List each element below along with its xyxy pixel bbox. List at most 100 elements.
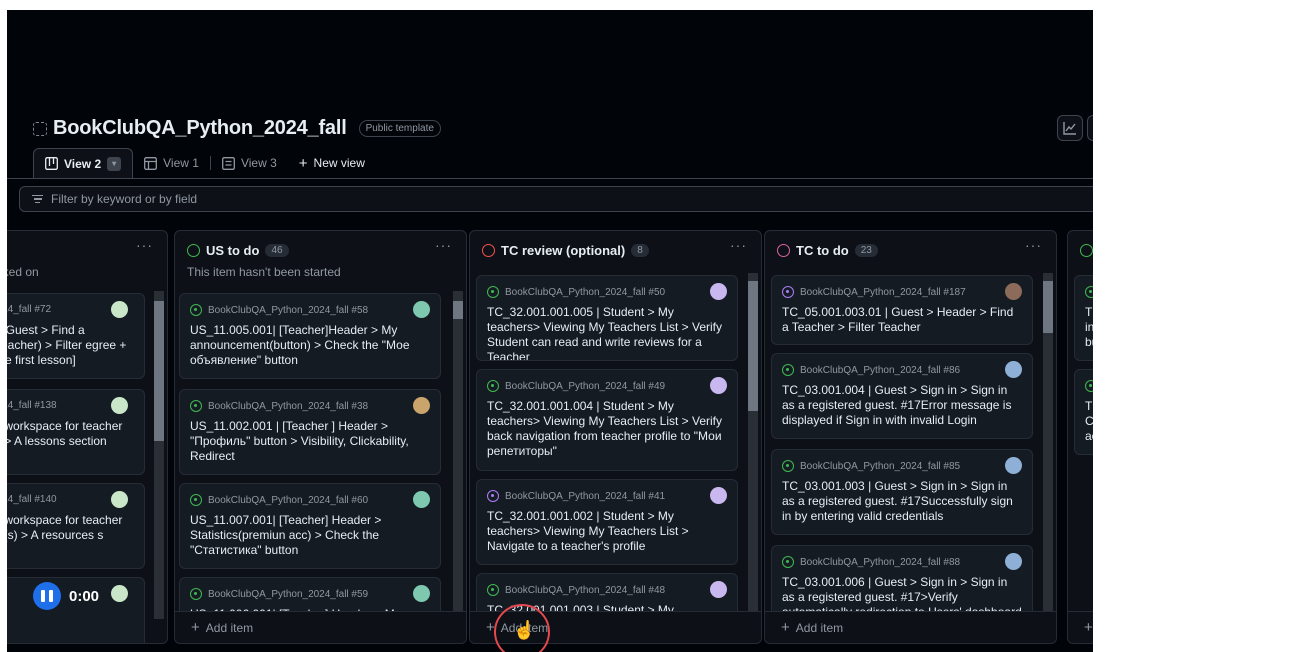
- issue-card[interactable]: BookClubQA_Python_2024_fall #187 TC_05.0…: [771, 275, 1033, 345]
- avatar: [710, 487, 727, 504]
- card-title[interactable]: US_11.005.001| [Teacher]Header > My anno…: [190, 323, 430, 368]
- card-title[interactable]: TC in bu: [1085, 305, 1093, 350]
- column-menu-icon[interactable]: ···: [1025, 237, 1042, 253]
- open-issue-icon: [487, 584, 499, 596]
- open-issue-icon: [487, 286, 499, 298]
- card-meta: BookClubQA_Python_2024_fall #187: [782, 286, 966, 298]
- column-name: TC review (optional): [501, 242, 626, 258]
- card-title[interactable]: TC_32.001.001.004 | Student > My teacher…: [487, 399, 727, 459]
- issue-card[interactable]: 2024_fall #72 r - Guest > Find a (Teache…: [7, 293, 145, 379]
- card-title[interactable]: nt workspace for teacher es(s) > A resou…: [7, 513, 134, 543]
- plus-icon: +: [781, 619, 790, 636]
- pause-button[interactable]: [33, 582, 61, 610]
- scrollbar-thumb[interactable]: [1043, 281, 1053, 333]
- tab-view-2[interactable]: View 2 ▾: [33, 148, 134, 178]
- card-repo-ref: BookClubQA_Python_2024_fall #38: [208, 400, 369, 412]
- tab-view-1[interactable]: View 1: [133, 148, 210, 178]
- column-menu-icon[interactable]: ···: [435, 237, 452, 253]
- card-title[interactable]: US_11.007.001| [Teacher] Header > Statis…: [190, 513, 430, 558]
- card-meta: BookClubQA_Python_2024_fall #86: [782, 364, 960, 376]
- table-icon: [33, 121, 47, 136]
- column-header: [1080, 241, 1093, 259]
- card-repo-ref: BookClubQA_Python_2024_fall #59: [208, 588, 369, 600]
- card-title[interactable]: TC Co ac: [1085, 399, 1093, 444]
- add-item-label: Add item: [795, 620, 844, 635]
- plus-icon: +: [298, 154, 308, 172]
- column-header: US to do 46: [187, 241, 289, 259]
- insights-button[interactable]: [1057, 115, 1083, 141]
- issue-card[interactable]: 2024_fall #138 nt workspace for teacher …: [7, 389, 145, 475]
- card-title[interactable]: TC_03.001.004 | Guest > Sign in > Sign i…: [782, 383, 1022, 428]
- column-count: 23: [854, 243, 878, 257]
- chevron-down-icon[interactable]: ▾: [107, 156, 122, 171]
- card-meta: BookClubQA_Python_2024_fall #50: [487, 286, 665, 298]
- scrollbar-thumb[interactable]: [154, 301, 164, 441]
- board-column-tc-review: TC review (optional) 8 ··· BookClubQA_Py…: [469, 230, 762, 644]
- column-menu-icon[interactable]: ···: [136, 237, 153, 253]
- card-title[interactable]: nt workspace for teacher s) > A lessons …: [7, 419, 134, 449]
- column-name: TC to do: [796, 242, 849, 258]
- project-title: BookClubQA_Python_2024_fall: [53, 117, 347, 139]
- pause-icon: [41, 590, 45, 602]
- card-title[interactable]: TC_03.001.003 | Guest > Sign in > Sign i…: [782, 479, 1022, 524]
- card-repo-ref: BookClubQA_Python_2024_fall #88: [800, 556, 961, 568]
- card-meta: BookClubQA_Python_2024_fall #49: [487, 380, 665, 392]
- project-board-app: BookClubQA_Python_2024_fall Public templ…: [7, 10, 1093, 652]
- issue-card[interactable]: BookClubQA_Python_2024_fall #58 US_11.00…: [179, 293, 441, 379]
- tab-view-3[interactable]: View 3: [211, 148, 288, 178]
- column-name: US to do: [206, 242, 260, 258]
- issue-card[interactable]: BookClubQA_Python_2024_fall #50 TC_32.00…: [476, 275, 738, 361]
- card-title[interactable]: r - Guest > Find a (Teacher) > Filter eg…: [7, 323, 134, 368]
- issue-card[interactable]: BookClubQA_Python_2024_fall #60 US_11.00…: [179, 483, 441, 569]
- card-meta: 2024_fall #138: [7, 400, 57, 411]
- in-progress-issue-icon: [782, 286, 794, 298]
- card-meta: BookClubQA_Python_2024_fall #88: [782, 556, 960, 568]
- issue-card[interactable]: BookClubQA_Python_2024_fall #49 TC_32.00…: [476, 369, 738, 471]
- project-settings-button[interactable]: [1087, 115, 1093, 141]
- add-item-button[interactable]: + Add item: [765, 611, 1056, 643]
- status-circle-icon: [777, 243, 790, 257]
- add-item-button[interactable]: + Add item: [175, 611, 466, 643]
- card-meta: 2024_fall #140: [7, 494, 57, 505]
- filter-input[interactable]: Filter by keyword or by field: [19, 186, 1093, 212]
- add-item-button[interactable]: +: [1068, 611, 1093, 643]
- column-count: 46: [265, 243, 289, 257]
- card-title[interactable]: TC_32.001.001.005 | Student > My teacher…: [487, 305, 727, 360]
- issue-card[interactable]: 2024_fall #140 nt workspace for teacher …: [7, 483, 145, 569]
- card-repo-ref: 2024_fall #138: [7, 400, 57, 411]
- scrollbar-thumb[interactable]: [453, 301, 463, 319]
- avatar: [1005, 361, 1022, 378]
- issue-card[interactable]: BookClubQA_Python_2024_fall #38 US_11.00…: [179, 389, 441, 475]
- card-title[interactable]: US_11.002.001 | [Teacher ] Header > "Про…: [190, 419, 430, 464]
- open-issue-icon: [190, 400, 202, 412]
- graph-icon: [1063, 122, 1076, 135]
- card-repo-ref: BookClubQA_Python_2024_fall #48: [505, 584, 666, 596]
- column-scrollbar[interactable]: [453, 291, 463, 619]
- avatar: [111, 585, 128, 602]
- hand-cursor-icon: ☝: [513, 620, 536, 640]
- issue-card[interactable]: TC in bu: [1074, 275, 1093, 361]
- issue-card[interactable]: BookClubQA_Python_2024_fall #86 TC_03.00…: [771, 353, 1033, 439]
- card-title[interactable]: TC_05.001.003.01 | Guest > Header > Find…: [782, 305, 1022, 335]
- issue-card[interactable]: TC Co ac: [1074, 369, 1093, 455]
- card-title[interactable]: TC_32.001.001.002 | Student > My teacher…: [487, 509, 727, 554]
- column-menu-icon[interactable]: ···: [730, 237, 747, 253]
- card-meta: [1085, 286, 1093, 298]
- card-meta: 2024_fall #72: [7, 304, 51, 315]
- scrollbar-thumb[interactable]: [748, 281, 758, 411]
- column-description: orked on: [7, 265, 39, 279]
- new-view-button[interactable]: + New view: [288, 148, 376, 178]
- issue-card[interactable]: BookClubQA_Python_2024_fall #85 TC_03.00…: [771, 449, 1033, 535]
- card-meta: BookClubQA_Python_2024_fall #59: [190, 588, 368, 600]
- open-issue-icon: [782, 460, 794, 472]
- table-view-icon: [144, 156, 158, 170]
- card-meta: BookClubQA_Python_2024_fall #41: [487, 490, 665, 502]
- column-count: 8: [631, 243, 649, 257]
- video-timestamp: 0:00: [69, 587, 100, 605]
- avatar: [710, 283, 727, 300]
- open-issue-icon: [190, 588, 202, 600]
- board-icon: [45, 157, 58, 170]
- issue-card[interactable]: BookClubQA_Python_2024_fall #41 TC_32.00…: [476, 479, 738, 565]
- plus-icon: +: [191, 619, 200, 636]
- avatar: [111, 491, 128, 508]
